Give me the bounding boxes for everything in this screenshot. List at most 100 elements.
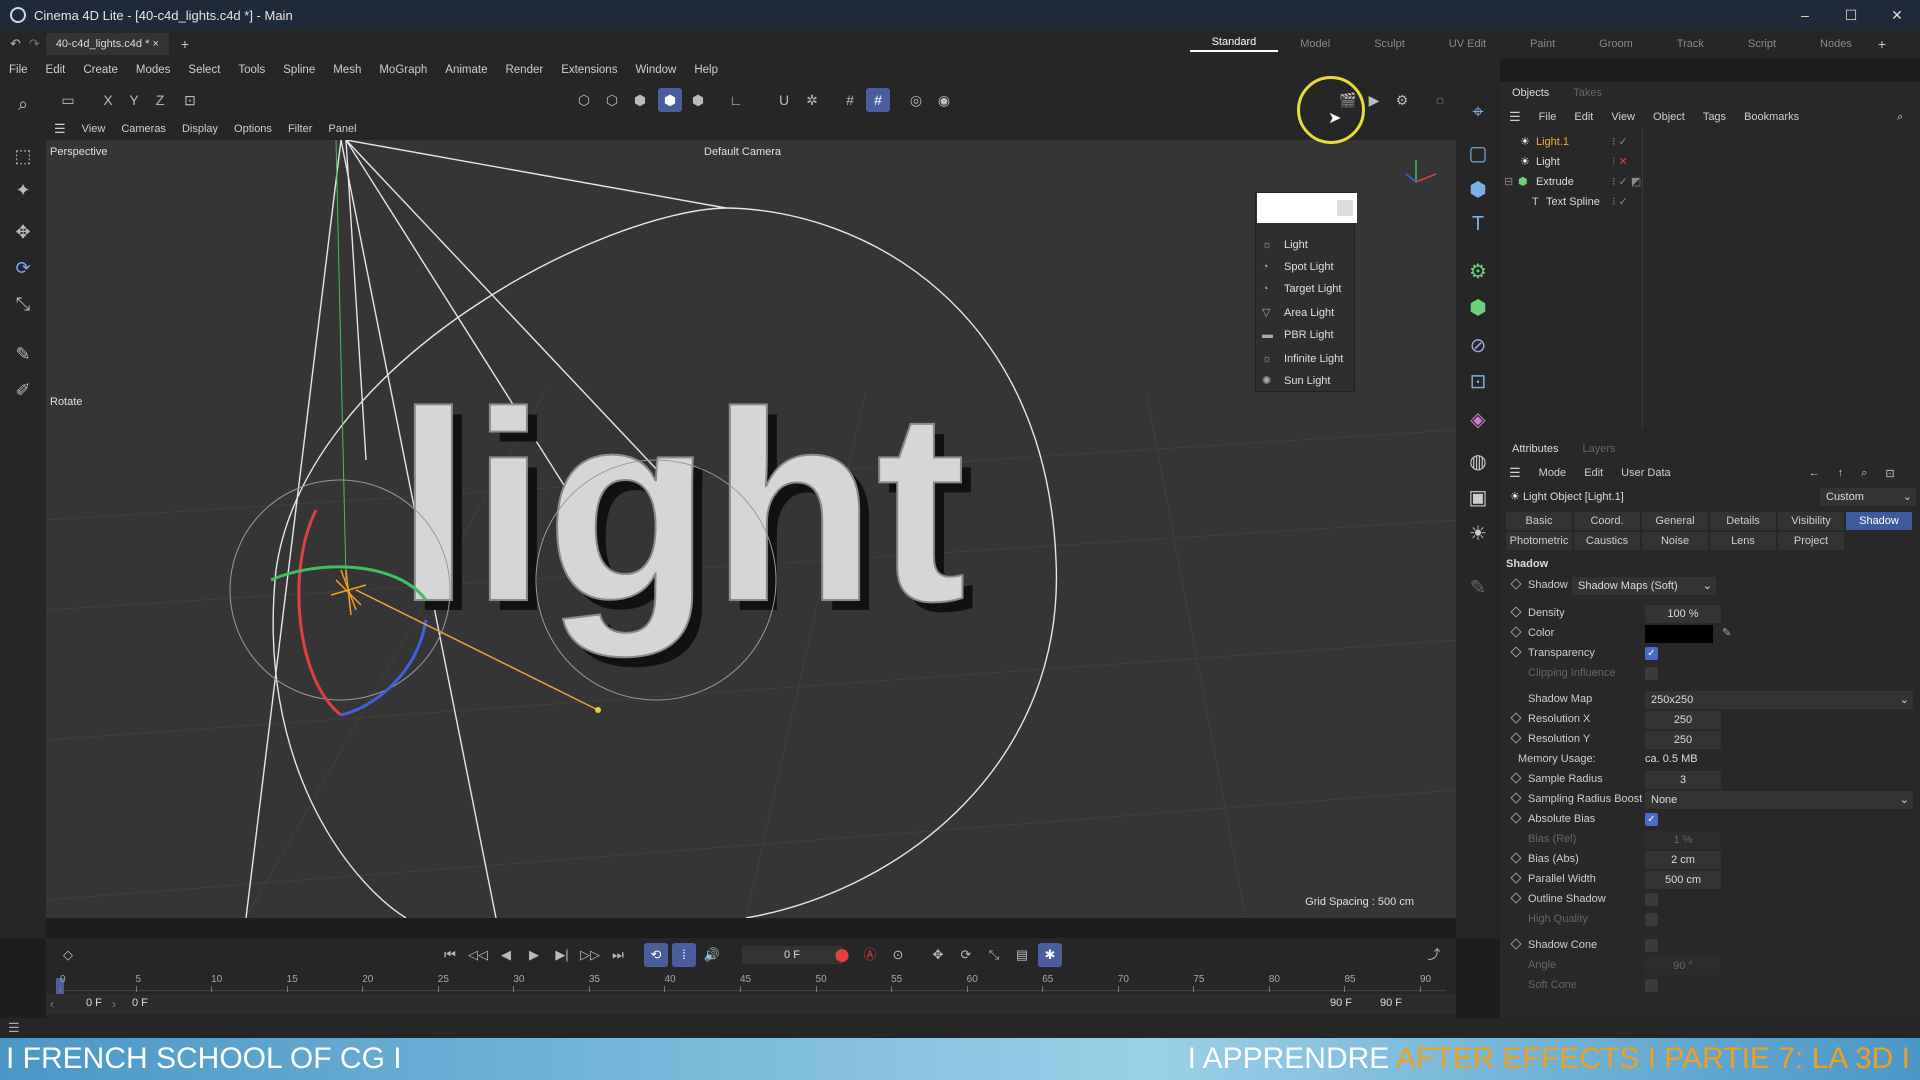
minimize-button[interactable]: –	[1782, 0, 1828, 30]
shadow-map-dropdown[interactable]: 250x250 ⌄	[1645, 691, 1913, 709]
keyframe-diamond-icon[interactable]	[1510, 792, 1522, 804]
up-arrow-icon[interactable]: ↑	[1829, 467, 1853, 479]
snap-icon[interactable]: #	[866, 88, 890, 112]
light-search-field[interactable]	[1257, 193, 1357, 223]
menu-item-pbr-light[interactable]: ▬ PBR Light	[1262, 325, 1334, 345]
prop-tab-visibility[interactable]: Visibility	[1778, 512, 1844, 530]
attributes-menu-user-data[interactable]: User Data	[1612, 467, 1680, 479]
keyframe-diamond-icon[interactable]	[1510, 712, 1522, 724]
range-right-arrow-icon[interactable]: ›	[112, 997, 116, 1011]
cloner-icon[interactable]: ⚙	[1464, 258, 1492, 286]
absolute-bias-checkbox[interactable]: ✓	[1645, 813, 1658, 826]
keyframe-icon[interactable]: ◇	[56, 943, 80, 967]
scale-tool-icon[interactable]: ⤡	[9, 290, 37, 318]
menu-item-spot-light[interactable]: ◔ Spot Light	[1262, 257, 1334, 277]
menu-mograph[interactable]: MoGraph	[370, 64, 436, 76]
menu-create[interactable]: Create	[74, 64, 127, 76]
previous-frame-icon[interactable]: ◀	[494, 943, 518, 967]
search-icon[interactable]: ⌕	[9, 90, 37, 118]
prop-tab-caustics[interactable]: Caustics	[1574, 532, 1640, 550]
prop-tab-basic[interactable]: Basic	[1506, 512, 1572, 530]
axis-z-button[interactable]: Z	[148, 88, 172, 112]
axis-y-button[interactable]: Y	[122, 88, 146, 112]
move-key-icon[interactable]: ✥	[926, 943, 950, 967]
menu-item-target-light[interactable]: ◔ Target Light	[1262, 279, 1341, 299]
next-key-icon[interactable]: ▷▷	[578, 943, 602, 967]
objects-menu-object[interactable]: Object	[1644, 111, 1694, 123]
menu-item-area-light[interactable]: ▽ Area Light	[1262, 303, 1334, 323]
sampling-boost-dropdown[interactable]: None ⌄	[1645, 791, 1913, 809]
previous-key-icon[interactable]: ◁◁	[466, 943, 490, 967]
prop-tab-project[interactable]: Project	[1778, 532, 1844, 550]
selection-tool-icon[interactable]: ⬚	[9, 142, 37, 170]
keyframe-diamond-icon[interactable]	[1510, 812, 1522, 824]
axis-mode-icon[interactable]: ∟	[724, 88, 748, 112]
range-left-arrow-icon[interactable]: ‹	[50, 997, 54, 1011]
menu-animate[interactable]: Animate	[436, 64, 496, 76]
status-menu-icon[interactable]: ☰	[8, 1020, 20, 1036]
prop-tab-noise[interactable]: Noise	[1642, 532, 1708, 550]
menu-window[interactable]: Window	[626, 64, 685, 76]
preset-dropdown[interactable]: Custom ⌄	[1820, 488, 1916, 506]
menu-render[interactable]: Render	[496, 64, 552, 76]
field-icon[interactable]: ⊡	[1464, 368, 1492, 396]
settings-icon[interactable]: ✲	[800, 88, 824, 112]
prop-tab-general[interactable]: General	[1642, 512, 1708, 530]
spline-rectangle-icon[interactable]: ▢	[1464, 140, 1492, 168]
close-tab-icon[interactable]: ×	[152, 38, 158, 50]
timeline-ruler[interactable]: 0 5 10 15 20 25 30 35 40 45 50 55 60 65 70 75 80 85 90	[56, 974, 1446, 994]
angle-field[interactable]: 90 °	[1645, 957, 1721, 975]
edges-mode-icon[interactable]: ⬡	[600, 88, 624, 112]
document-tab[interactable]: 40-c4d_lights.c4d * ×	[45, 33, 169, 55]
axis-x-button[interactable]: X	[96, 88, 120, 112]
add-layout-icon[interactable]: +	[1874, 36, 1890, 52]
objects-menu-tags[interactable]: Tags	[1694, 111, 1735, 123]
menu-file[interactable]: File	[0, 64, 37, 76]
objects-home-icon[interactable]: ⌂	[1912, 111, 1920, 123]
paint-icon[interactable]: ✎	[1464, 574, 1492, 602]
bias-abs-field[interactable]: 2 cm	[1645, 851, 1721, 869]
keyframe-diamond-icon[interactable]	[1510, 606, 1522, 618]
res-y-field[interactable]: 250	[1645, 731, 1721, 749]
viewport-camera-label[interactable]: Default Camera	[704, 146, 781, 158]
prop-tab-coord[interactable]: Coord.	[1574, 512, 1640, 530]
parallel-width-field[interactable]: 500 cm	[1645, 871, 1721, 889]
outline-shadow-checkbox[interactable]	[1645, 893, 1658, 906]
shadow-type-dropdown[interactable]: Shadow Maps (Soft) ⌄	[1572, 577, 1716, 595]
color-swatch[interactable]	[1645, 625, 1713, 643]
lock-icon[interactable]: ⊡	[1876, 467, 1903, 480]
null-object-icon[interactable]: ⌖	[1464, 98, 1492, 126]
light-object-icon[interactable]: ☀	[1464, 520, 1492, 548]
range-max-field[interactable]: 90 F	[1330, 997, 1352, 1009]
timeline-graph-icon[interactable]: ⤴	[1422, 943, 1446, 967]
layout-standard[interactable]: Standard	[1189, 36, 1279, 52]
menu-item-light[interactable]: ☼ Light	[1262, 235, 1308, 255]
viewport-menu-view[interactable]: View	[74, 123, 114, 135]
keyframe-diamond-icon[interactable]	[1510, 626, 1522, 638]
workplane-icon[interactable]: ◎	[904, 88, 928, 112]
viewport-solo-icon[interactable]: ▭	[56, 88, 80, 112]
menu-extensions[interactable]: Extensions	[552, 64, 626, 76]
add-tab-button[interactable]: +	[181, 36, 189, 52]
range-start-field[interactable]: 0 F	[86, 997, 102, 1009]
viewport-menu-filter[interactable]: Filter	[280, 123, 320, 135]
tab-attributes[interactable]: Attributes	[1500, 443, 1570, 455]
current-frame-field[interactable]: 0 F	[742, 946, 842, 964]
back-arrow-icon[interactable]: ←	[1800, 467, 1829, 479]
points-mode-icon[interactable]: ⬡	[572, 88, 596, 112]
objects-search-icon[interactable]: ⌕	[1888, 111, 1912, 124]
keyframe-diamond-icon[interactable]	[1510, 938, 1522, 950]
redo-icon[interactable]: ↷	[29, 36, 40, 52]
sample-radius-field[interactable]: 3	[1645, 771, 1721, 789]
layout-groom[interactable]: Groom	[1577, 38, 1655, 50]
go-to-start-icon[interactable]: ⏮	[438, 943, 462, 967]
scale-key-icon[interactable]: ⤡	[982, 943, 1006, 967]
layout-script[interactable]: Script	[1726, 38, 1798, 50]
soft-cone-checkbox[interactable]	[1645, 979, 1658, 992]
transparency-checkbox[interactable]: ✓	[1645, 647, 1658, 660]
layout-nodes[interactable]: Nodes	[1798, 38, 1874, 50]
preview-range-bar[interactable]: ‹ 0 F › 0 F 90 F 90 F	[46, 994, 1456, 1014]
attributes-menu-mode[interactable]: Mode	[1530, 467, 1576, 479]
objects-menu-file[interactable]: File	[1530, 111, 1566, 123]
keyframe-diamond-icon[interactable]	[1510, 578, 1522, 590]
